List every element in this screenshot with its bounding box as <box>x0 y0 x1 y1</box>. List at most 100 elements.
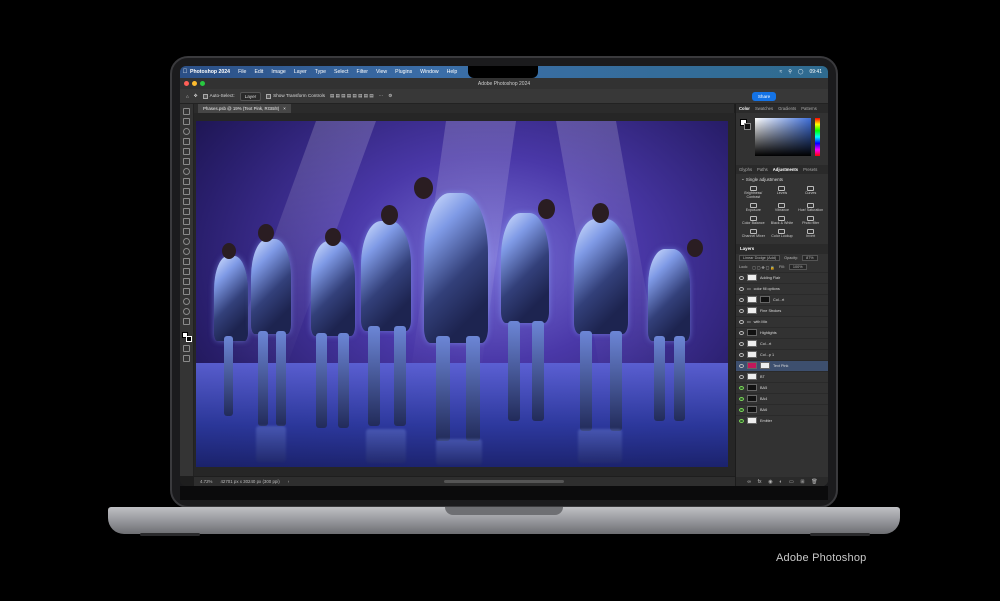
visibility-eye-icon[interactable] <box>739 363 744 368</box>
layer-row[interactable]: BA6 <box>736 403 828 415</box>
document-artwork[interactable] <box>196 121 728 467</box>
tab-glyphs[interactable]: Glyphs <box>739 167 752 172</box>
adj-black-white[interactable]: Black & White <box>769 215 796 226</box>
adj-channel-mixer[interactable]: Channel Mixer <box>740 228 767 239</box>
visibility-eye-icon[interactable] <box>739 286 744 291</box>
color-picker-field[interactable] <box>755 118 811 156</box>
layer-row[interactable]: Col...p 1 <box>736 348 828 360</box>
fg-bg-color-icon[interactable] <box>740 119 752 131</box>
visibility-eye-icon[interactable] <box>739 330 744 335</box>
align-icons[interactable]: ▤ ▤ ▤ ▤ ▤ ▤ ▤ ▤ <box>330 93 374 99</box>
clone-stamp-tool-icon[interactable] <box>183 198 190 205</box>
status-expand-icon[interactable]: › <box>288 479 289 484</box>
tab-patterns[interactable]: Patterns <box>801 106 817 111</box>
visibility-eye-icon[interactable] <box>739 319 744 324</box>
move-tool-icon[interactable] <box>183 108 190 115</box>
tab-swatches[interactable]: Swatches <box>755 106 773 111</box>
adj-vibrance[interactable]: Vibrance <box>769 202 796 213</box>
history-brush-tool-icon[interactable] <box>183 208 190 215</box>
delete-layer-icon[interactable]: 🗑 <box>811 479 817 485</box>
close-tab-icon[interactable]: × <box>283 106 286 111</box>
minimize-window-icon[interactable] <box>192 81 197 86</box>
edit-toolbar-icon[interactable] <box>183 318 190 325</box>
layer-row[interactable]: Emitter <box>736 414 828 426</box>
visibility-eye-icon[interactable] <box>739 308 744 313</box>
adj-invert[interactable]: Invert <box>797 228 824 239</box>
healing-brush-tool-icon[interactable] <box>183 178 190 185</box>
visibility-eye-icon[interactable] <box>739 341 744 346</box>
marquee-tool-icon[interactable] <box>183 118 190 125</box>
menu-help[interactable]: Help <box>447 69 458 75</box>
document-info[interactable]: 42701 px x 30240 px (300 ppi) <box>220 479 279 484</box>
layer-row[interactable]: ▭ with Mix <box>736 315 828 327</box>
visibility-eye-icon[interactable] <box>739 297 744 302</box>
path-select-tool-icon[interactable] <box>183 278 190 285</box>
adj-color-lookup[interactable]: Color Lookup <box>769 228 796 239</box>
background-color-swatch[interactable] <box>185 336 192 342</box>
layers-panel-header[interactable]: Layers <box>736 243 828 254</box>
hue-slider[interactable] <box>815 118 820 156</box>
adj-hue-saturation[interactable]: Hue/ Saturation <box>797 202 824 213</box>
more-options-icon[interactable]: ⋯ <box>379 93 384 99</box>
home-icon[interactable]: ⌂ <box>186 94 189 99</box>
layer-row[interactable]: Adding Flair <box>736 271 828 283</box>
transform-controls-checkbox[interactable]: Show Transform Controls <box>266 93 325 99</box>
settings-gear-icon[interactable]: ⚙ <box>388 93 392 99</box>
apple-icon[interactable]:  <box>180 69 190 75</box>
adjustment-layer-icon[interactable]: ◐ <box>779 479 782 485</box>
type-tool-icon[interactable] <box>183 268 190 275</box>
auto-select-checkbox[interactable]: Auto-Select: <box>202 93 235 99</box>
new-group-icon[interactable]: ▭ <box>789 479 794 485</box>
menu-app-name[interactable]: Photoshop 2024 <box>190 69 230 75</box>
search-icon[interactable]: ⚲ <box>788 69 792 75</box>
adjustments-section-header[interactable]: ⌄ Single adjustments <box>736 174 828 184</box>
control-center-icon[interactable]: ◯ <box>798 69 804 75</box>
add-mask-icon[interactable]: ◉ <box>768 479 772 485</box>
layer-row[interactable]: BT <box>736 370 828 382</box>
adj-levels[interactable]: Levels <box>769 186 796 200</box>
screen-mode-icon[interactable] <box>183 355 190 362</box>
lock-icons[interactable]: ▢ ▢ ✥ ▢ 🔒 <box>752 265 775 270</box>
menu-type[interactable]: Type <box>315 69 326 75</box>
tab-adjustments[interactable]: Adjustments <box>773 167 798 172</box>
hand-tool-icon[interactable] <box>183 298 190 305</box>
fill-field[interactable]: 100% <box>788 264 807 271</box>
canvas-area[interactable] <box>194 113 735 476</box>
close-window-icon[interactable] <box>184 81 189 86</box>
layer-row[interactable]: Col...rt <box>736 293 828 305</box>
move-tool-icon[interactable]: ✥ <box>194 93 198 99</box>
adj-brightness-contrast[interactable]: Brightness/ Contrast <box>740 186 767 200</box>
adj-photo-filter[interactable]: Photo filter <box>797 215 824 226</box>
layer-row[interactable]: Fine Strokes <box>736 304 828 316</box>
layer-row[interactable]: BA5 <box>736 381 828 393</box>
layer-row[interactable]: Highlights <box>736 326 828 338</box>
object-select-tool-icon[interactable] <box>183 138 190 145</box>
menu-clock[interactable]: 09:41 <box>809 69 822 75</box>
adj-color-balance[interactable]: Color Balance <box>740 215 767 226</box>
color-swatches[interactable] <box>181 332 192 342</box>
brush-tool-icon[interactable] <box>183 188 190 195</box>
adj-exposure[interactable]: Exposure <box>740 202 767 213</box>
menu-view[interactable]: View <box>376 69 387 75</box>
visibility-eye-icon[interactable] <box>739 275 744 280</box>
layer-row[interactable]: ▭ color fill options <box>736 282 828 294</box>
horizontal-scrollbar[interactable] <box>444 480 564 483</box>
menu-filter[interactable]: Filter <box>356 69 368 75</box>
frame-tool-icon[interactable] <box>183 158 190 165</box>
tab-presets[interactable]: Presets <box>803 167 817 172</box>
auto-select-target-select[interactable]: Layer <box>239 91 262 101</box>
menu-plugins[interactable]: Plugins <box>395 69 412 75</box>
zoom-level[interactable]: 4.72% <box>200 479 212 484</box>
adj-curves[interactable]: Curves <box>797 186 824 200</box>
menu-select[interactable]: Select <box>334 69 348 75</box>
quick-mask-icon[interactable] <box>183 345 190 352</box>
tab-paths[interactable]: Paths <box>757 167 768 172</box>
layer-row[interactable]: Col...rt <box>736 337 828 349</box>
eyedropper-tool-icon[interactable] <box>183 168 190 175</box>
blend-mode-select[interactable]: Linear Dodge (Add) <box>739 255 781 262</box>
visibility-eye-icon[interactable] <box>739 352 744 357</box>
visibility-eye-icon[interactable] <box>739 407 744 412</box>
zoom-window-icon[interactable] <box>200 81 205 86</box>
tab-color[interactable]: Color <box>739 106 750 111</box>
gradient-tool-icon[interactable] <box>183 228 190 235</box>
